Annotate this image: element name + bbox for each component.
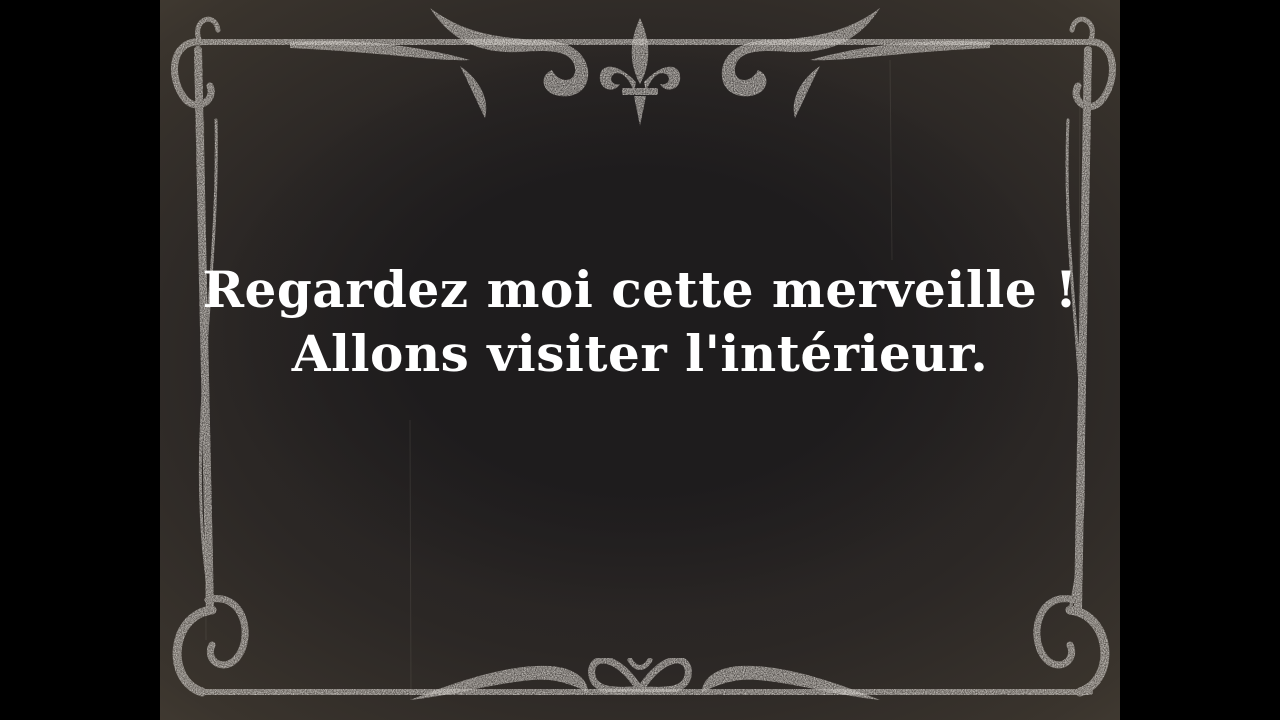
bottom-right-corner-curl	[1033, 595, 1110, 697]
top-right-corner-curl	[1069, 16, 1116, 111]
top-left-swash	[290, 8, 589, 118]
top-right-swash	[721, 8, 990, 118]
intertitle-line-2: Allons visiter l'intérieur.	[291, 324, 989, 383]
intertitle-line-1: Regardez moi cette merveille !	[202, 260, 1078, 319]
video-frame: Regardez moi cette merveille ! Allons vi…	[0, 0, 1280, 720]
silent-film-intertitle-card: Regardez moi cette merveille ! Allons vi…	[160, 0, 1120, 720]
bottom-left-corner-curl	[172, 595, 249, 697]
intertitle-text: Regardez moi cette merveille ! Allons vi…	[160, 258, 1120, 386]
bow-ornament-icon	[588, 656, 692, 694]
fleur-de-lis-icon	[599, 18, 681, 126]
